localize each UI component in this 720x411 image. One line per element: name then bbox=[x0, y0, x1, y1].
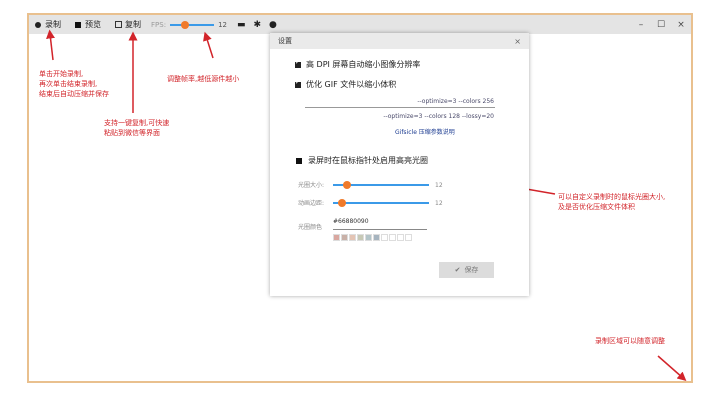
opt-args-divider bbox=[305, 107, 495, 108]
color-swatch[interactable] bbox=[397, 234, 404, 241]
checkbox-checked-icon bbox=[295, 59, 301, 68]
color-swatch[interactable] bbox=[341, 234, 348, 241]
halo-color-label: 光圈颜色 bbox=[298, 224, 323, 231]
halo-color-underline bbox=[333, 229, 427, 230]
color-swatch[interactable] bbox=[405, 234, 412, 241]
resize-note: 录制区域可以随意调整 bbox=[595, 337, 665, 345]
color-swatch[interactable] bbox=[349, 234, 356, 241]
opt-args-option-2[interactable]: --optimize=3 --colors 128 --lossy=20 bbox=[305, 113, 494, 120]
settings-titlebar: 设置 × bbox=[270, 33, 529, 49]
halo-size-knob[interactable] bbox=[343, 181, 351, 189]
color-swatch[interactable] bbox=[357, 234, 364, 241]
cursor-note: 可以自定义录制时的鼠标光圈大小, 及是否优化压缩文件体积 bbox=[558, 193, 666, 211]
color-swatch[interactable] bbox=[389, 234, 396, 241]
color-swatch[interactable] bbox=[333, 234, 340, 241]
color-swatch[interactable] bbox=[373, 234, 380, 241]
color-swatch[interactable] bbox=[365, 234, 372, 241]
color-swatch[interactable] bbox=[381, 234, 388, 241]
anim-margin-knob[interactable] bbox=[338, 199, 346, 207]
opt-args-option-1[interactable]: --optimize=3 --colors 256 bbox=[305, 98, 494, 105]
optimize-checkbox[interactable]: 优化 GIF 文件以缩小体积 bbox=[295, 79, 396, 90]
anim-margin-label: 动画边距: bbox=[298, 200, 325, 207]
halo-size-slider[interactable] bbox=[333, 180, 429, 190]
anim-margin-slider[interactable] bbox=[333, 198, 429, 208]
settings-title: 设置 bbox=[278, 37, 292, 45]
record-note: 单击开始录制, 再次单击结束录制, 结束后自动压缩并保存 bbox=[39, 70, 109, 98]
toggle-icon bbox=[296, 157, 302, 164]
highlight-toggle[interactable]: 录屏时在鼠标指针处启用高亮光圈 bbox=[296, 155, 428, 166]
copy-note: 支持一键复制,可快速 粘贴到微信等界面 bbox=[104, 119, 170, 137]
anim-margin-value: 12 bbox=[435, 200, 443, 207]
settings-close-button[interactable]: × bbox=[514, 37, 521, 46]
fps-note: 调整帧率,越低源件越小 bbox=[167, 75, 240, 83]
hidpi-checkbox[interactable]: 高 DPI 屏幕自动缩小图像分辨率 bbox=[295, 59, 420, 70]
save-button[interactable]: ✔ 保存 bbox=[439, 262, 494, 278]
save-label: 保存 bbox=[464, 266, 479, 274]
halo-size-label: 光圈大小: bbox=[298, 182, 325, 189]
checkbox-checked-icon bbox=[295, 79, 301, 88]
halo-size-value: 12 bbox=[435, 182, 443, 189]
check-icon: ✔ bbox=[454, 266, 461, 274]
gifsicle-help-link[interactable]: Gifsicle 压缩参数说明 bbox=[395, 127, 455, 136]
color-swatches bbox=[333, 234, 413, 241]
halo-color-input[interactable]: #66880090 bbox=[333, 218, 369, 225]
